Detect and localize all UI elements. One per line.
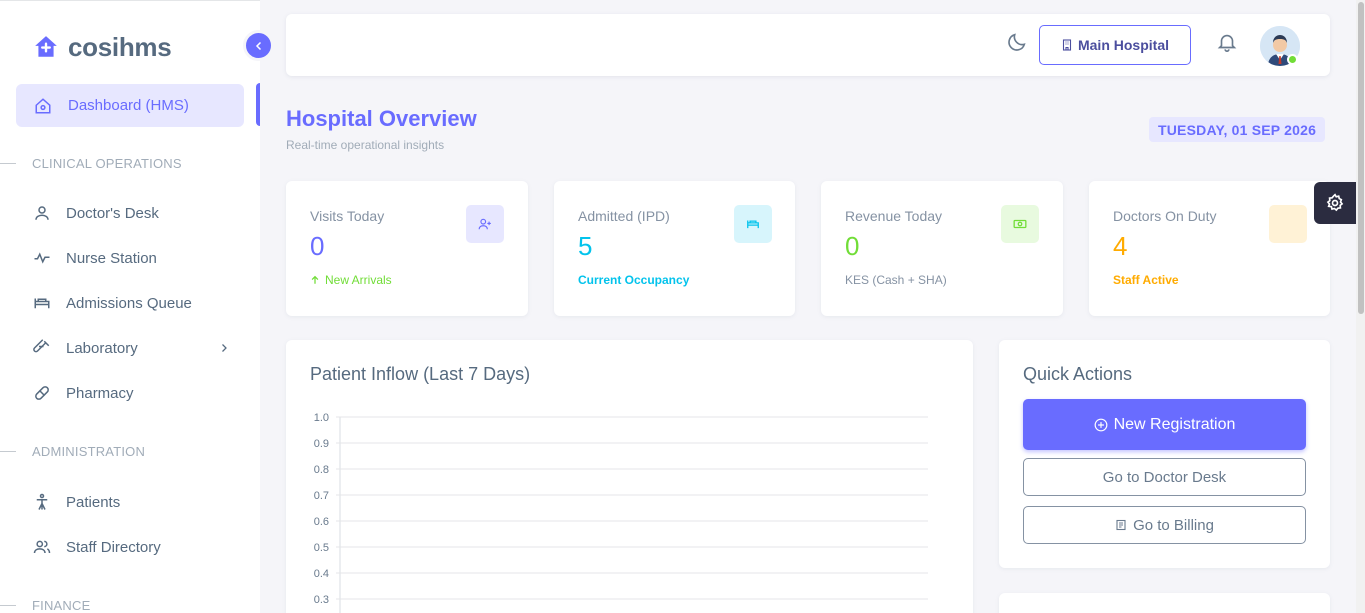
quick-actions-title: Quick Actions	[1023, 364, 1133, 384]
stat-card-revenue: Revenue Today 0 KES (Cash + SHA)	[821, 181, 1063, 316]
plus-circle-icon	[1094, 418, 1108, 432]
sidebar-item-patients[interactable]: Patients	[32, 482, 244, 522]
stat-title: Revenue Today	[845, 208, 943, 224]
stat-title: Visits Today	[310, 208, 385, 224]
y-tick-label: 0.5	[314, 542, 329, 554]
stat-card-doctors: Doctors On Duty 4 Staff Active	[1089, 181, 1330, 316]
pill-icon	[32, 383, 52, 403]
hospital-switcher-button[interactable]: Main Hospital	[1039, 25, 1191, 65]
button-label: New Registration	[1113, 415, 1236, 433]
go-to-billing-button[interactable]: Go to Billing	[1023, 506, 1306, 544]
user-icon	[32, 203, 52, 223]
stat-value: 0	[845, 231, 860, 261]
sidebar-item-pharmacy[interactable]: Pharmacy	[32, 373, 244, 413]
users-icon	[32, 537, 52, 557]
sidebar-item-label: Nurse Station	[66, 249, 157, 267]
stat-subtext: New Arrivals	[310, 273, 392, 287]
stat-card-admitted: Admitted (IPD) 5 Current Occupancy	[554, 181, 795, 316]
patient-inflow-chart: 1.0 0.9 0.8 0.7 0.6 0.5 0.4 0.3	[314, 412, 928, 613]
date-badge: TUESDAY, 01 SEP 2026	[1149, 117, 1326, 142]
divider	[0, 450, 16, 452]
sidebar-item-label: Staff Directory	[66, 538, 161, 556]
y-tick-label: 0.8	[314, 464, 329, 476]
scrollbar-thumb[interactable]	[1358, 2, 1364, 314]
pulse-icon	[32, 248, 52, 268]
section-title: CLINICAL OPERATIONS	[32, 155, 182, 171]
sidebar-item-dashboard[interactable]: Dashboard (HMS)	[16, 84, 244, 127]
customizer-toggle[interactable]	[1314, 182, 1356, 224]
y-tick-label: 0.9	[314, 438, 329, 450]
sidebar-item-label: Laboratory	[66, 339, 138, 357]
sidebar-collapse-button[interactable]	[243, 30, 274, 61]
hospital-label: Main Hospital	[1077, 37, 1169, 53]
button-label: Go to Doctor Desk	[1102, 468, 1227, 486]
moon-icon[interactable]	[1006, 31, 1028, 58]
stat-title: Doctors On Duty	[1113, 208, 1217, 224]
bed-icon	[734, 205, 772, 243]
chevron-left-icon	[255, 41, 261, 50]
sidebar-item-nurse-station[interactable]: Nurse Station	[32, 238, 244, 278]
section-header: FINANCE	[0, 596, 90, 613]
button-label: Go to Billing	[1133, 516, 1214, 534]
sidebar-item-label: Pharmacy	[66, 384, 134, 402]
stat-value: 4	[1113, 231, 1128, 261]
section-header: ADMINISTRATION	[0, 442, 145, 460]
y-tick-label: 0.7	[314, 490, 329, 502]
home-plus-icon	[32, 33, 60, 61]
divider	[0, 604, 16, 606]
chevron-right-icon	[218, 341, 230, 359]
section-title: ADMINISTRATION	[32, 443, 146, 459]
stat-value: 5	[578, 231, 593, 261]
stat-value: 0	[310, 231, 325, 261]
page-title: Hospital Overview	[286, 106, 477, 131]
y-tick-label: 0.4	[314, 568, 329, 580]
quick-actions-card: Quick Actions New Registration Go to Doc…	[999, 340, 1330, 568]
patient-inflow-card: Patient Inflow (Last 7 Days) 1.0 0.9 0.8 0.…	[286, 340, 973, 613]
receipt-icon	[1115, 519, 1127, 531]
divider	[0, 162, 16, 164]
sidebar-item-doctors-desk[interactable]: Doctor's Desk	[32, 193, 244, 233]
y-tick-label: 1.0	[314, 412, 329, 424]
page-subtitle: Real-time operational insights	[286, 138, 445, 152]
stat-subtext: Current Occupancy	[578, 273, 690, 287]
stat-subtext: KES (Cash + SHA)	[845, 273, 947, 287]
y-tick-label: 0.6	[314, 516, 329, 528]
sidebar-item-staff-directory[interactable]: Staff Directory	[32, 527, 244, 567]
new-registration-button[interactable]: New Registration	[1023, 399, 1306, 450]
stat-card-visits: Visits Today 0 New Arrivals	[286, 181, 528, 316]
sidebar-item-label: Patients	[66, 493, 121, 511]
arrow-up-icon	[310, 275, 320, 285]
test-tube-icon	[32, 338, 52, 358]
section-title: FINANCE	[32, 597, 91, 613]
sidebar-item-label: Doctor's Desk	[66, 204, 159, 222]
home-icon	[33, 96, 53, 116]
section-header: CLINICAL OPERATIONS	[0, 154, 182, 172]
top-navbar: Main Hospital	[286, 14, 1330, 76]
y-tick-label: 0.3	[314, 594, 329, 606]
building-icon	[1061, 39, 1073, 51]
sidebar-item-label: Admissions Queue	[66, 294, 192, 312]
go-to-doctor-desk-button[interactable]: Go to Doctor Desk	[1023, 458, 1306, 496]
stat-subtext-label: New Arrivals	[325, 273, 392, 287]
user-plus-icon	[466, 205, 504, 243]
person-icon	[32, 492, 52, 512]
stat-title: Admitted (IPD)	[578, 208, 670, 224]
brand[interactable]: cosihms	[32, 29, 172, 65]
bed-icon	[32, 293, 52, 313]
stethoscope-icon	[1269, 205, 1307, 243]
gear-icon	[1326, 193, 1344, 212]
stat-subtext: Staff Active	[1113, 273, 1179, 287]
active-indicator	[256, 83, 260, 126]
cash-icon	[1001, 205, 1039, 243]
bell-icon[interactable]	[1216, 31, 1238, 58]
secondary-card	[999, 593, 1330, 613]
brand-name: cosihms	[68, 31, 172, 62]
sidebar-item-admissions-queue[interactable]: Admissions Queue	[32, 283, 244, 323]
sidebar-item-label: Dashboard (HMS)	[68, 97, 189, 114]
sidebar: cosihms Dashboard (HMS) CLINICAL OPERATI…	[0, 0, 260, 613]
online-status-dot	[1287, 54, 1298, 65]
sidebar-item-laboratory[interactable]: Laboratory	[32, 328, 244, 368]
